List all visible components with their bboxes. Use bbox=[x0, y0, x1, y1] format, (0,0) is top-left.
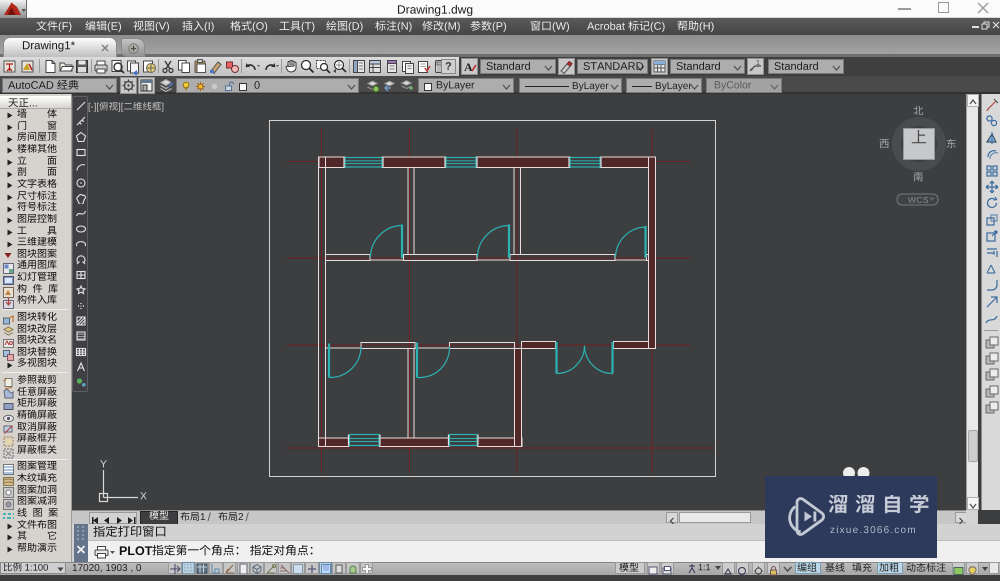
svg-text:1: 1 bbox=[756, 60, 760, 67]
svg-text:A: A bbox=[464, 60, 473, 74]
